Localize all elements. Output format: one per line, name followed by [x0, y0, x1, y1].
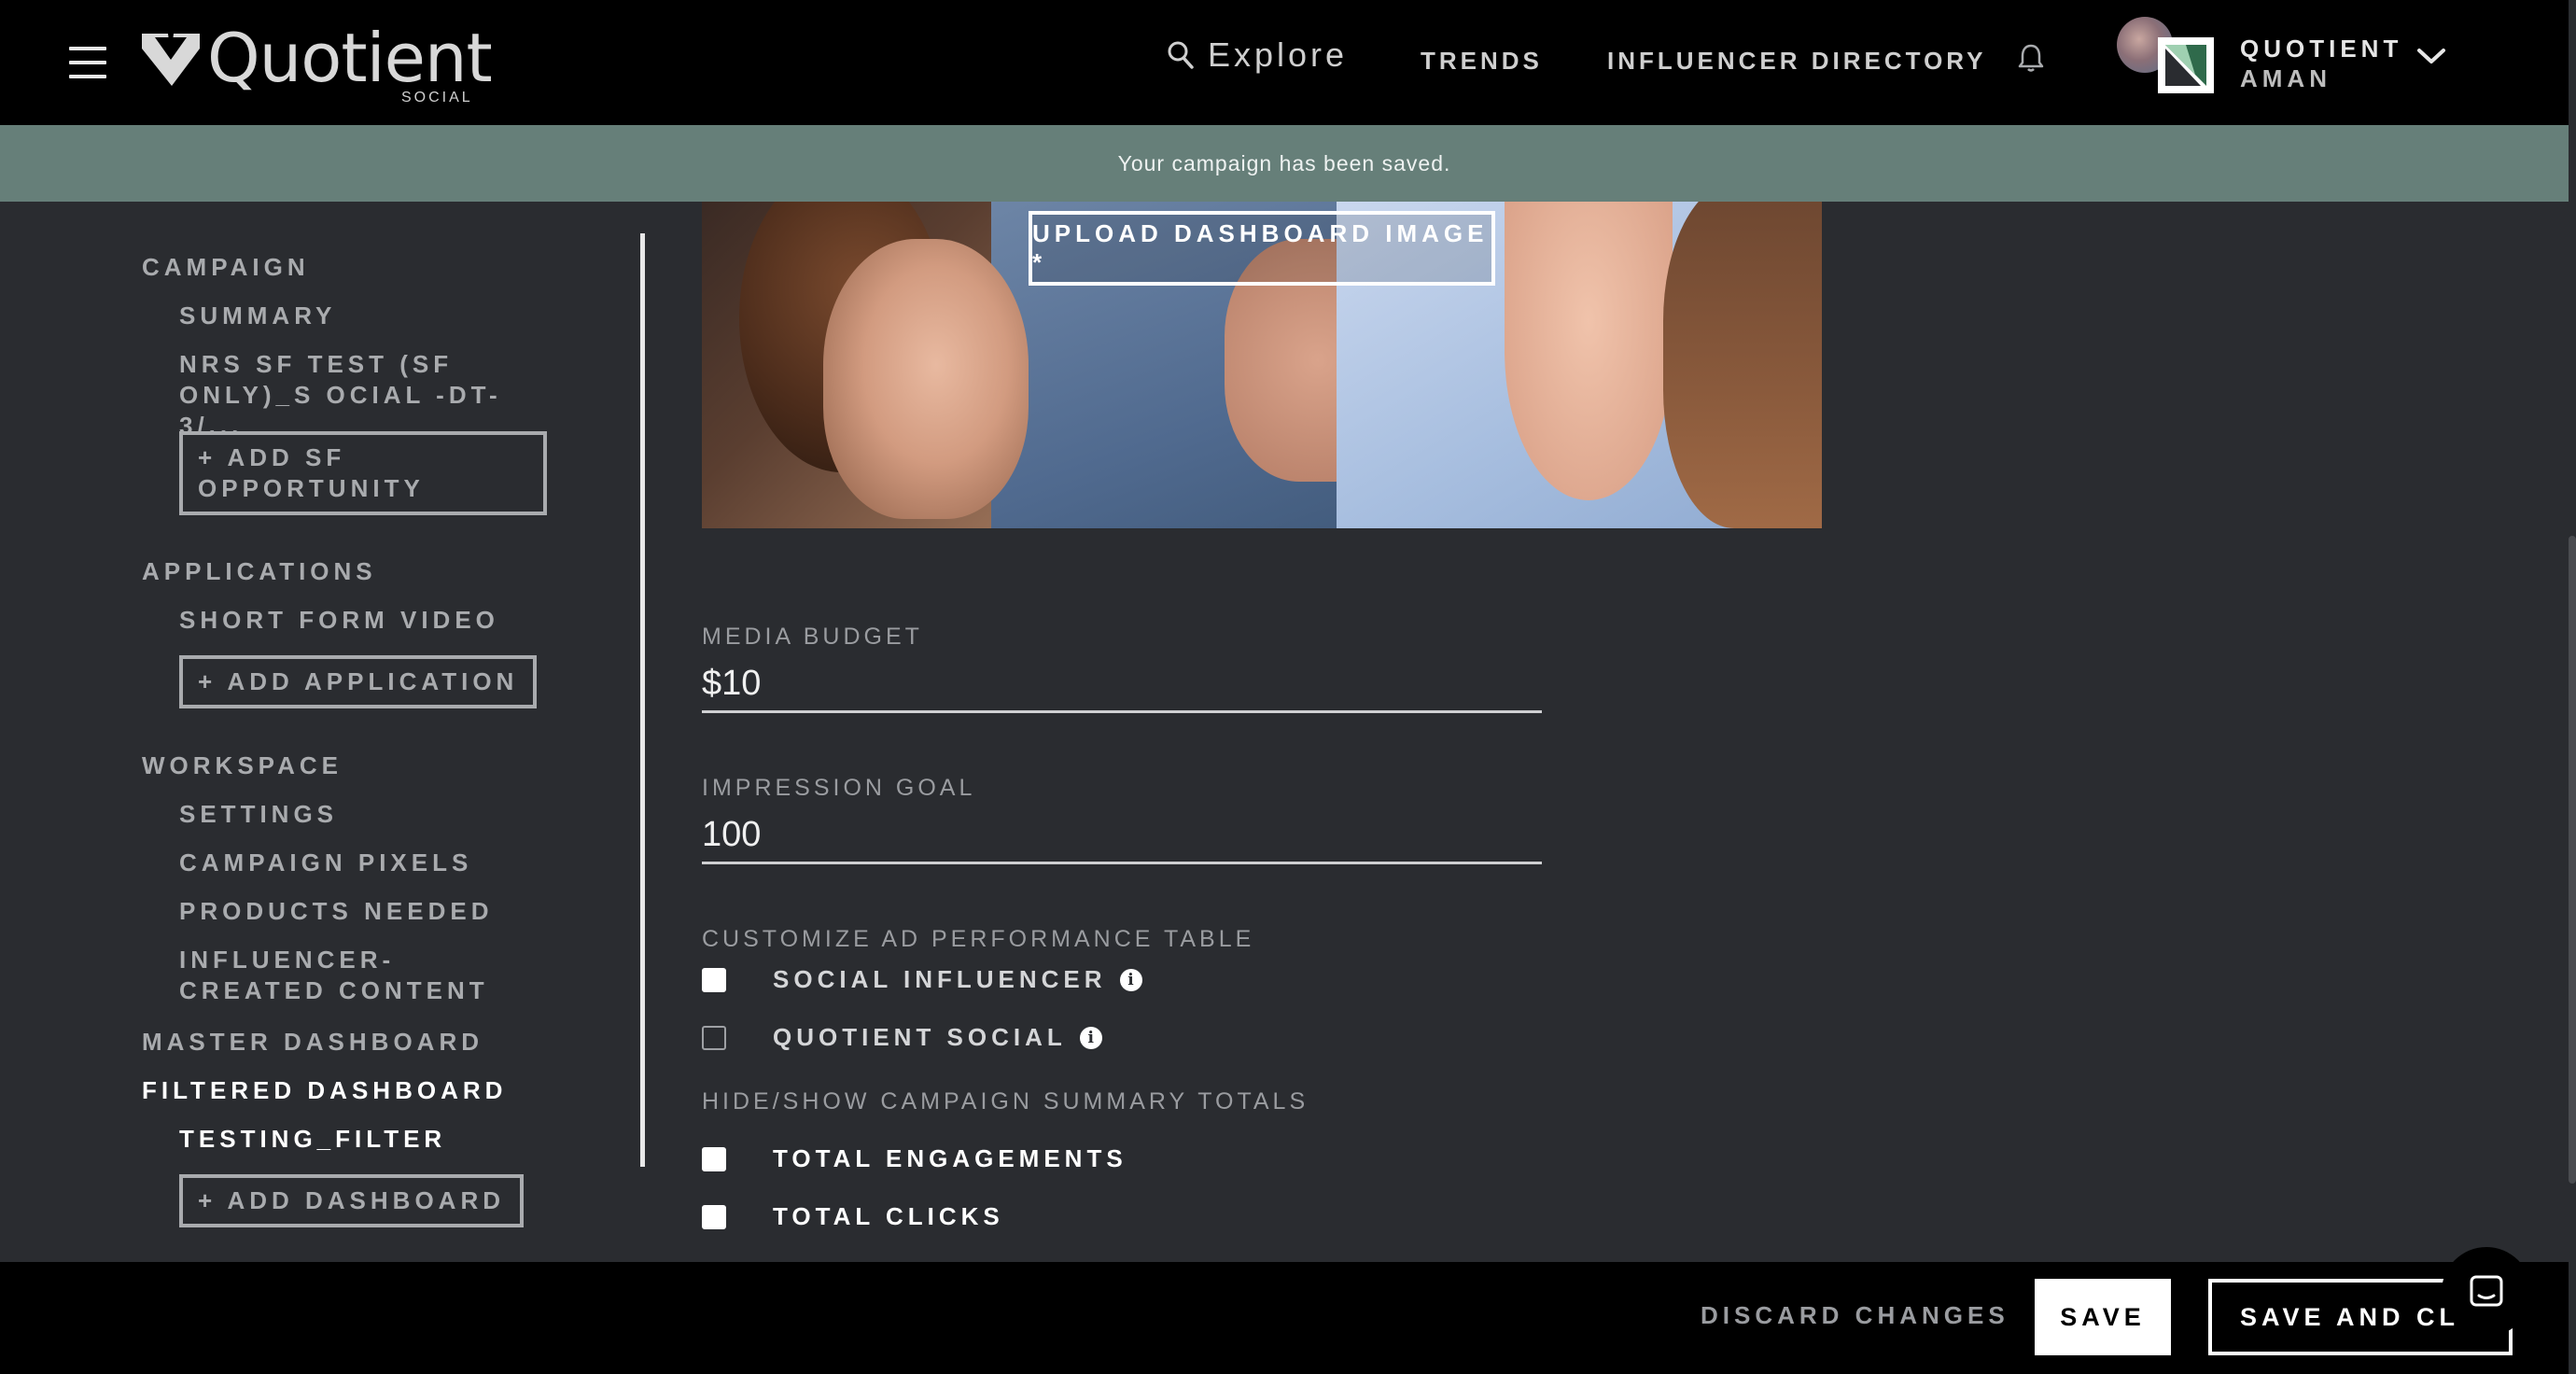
- chevron-down-icon[interactable]: [2415, 45, 2447, 67]
- sidebar-item-products-needed[interactable]: PRODUCTS NEEDED: [179, 896, 493, 927]
- action-footer: [0, 1262, 2569, 1374]
- scrollbar-thumb[interactable]: [2569, 536, 2576, 1184]
- save-confirmation-banner: Your campaign has been saved.: [0, 125, 2569, 202]
- media-budget-label: MEDIA BUDGET: [702, 624, 923, 650]
- brand-logo-icon: [2158, 37, 2214, 93]
- social-influencer-checkbox[interactable]: [702, 967, 726, 992]
- media-budget-input[interactable]: [702, 657, 1542, 713]
- social-influencer-option[interactable]: SOCIAL INFLUENCER i: [702, 965, 1142, 994]
- sidebar-section-applications[interactable]: APPLICATIONS: [142, 556, 377, 587]
- add-sf-opportunity-button[interactable]: + ADD SF OPPORTUNITY: [179, 431, 547, 515]
- chat-icon: [2470, 1275, 2503, 1307]
- nav-trends[interactable]: TRENDS: [1421, 47, 1543, 76]
- discard-changes-button[interactable]: DISCARD CHANGES: [1701, 1301, 2009, 1330]
- add-dashboard-button[interactable]: + ADD DASHBOARD: [179, 1174, 524, 1227]
- quotient-social-label: QUOTIENT SOCIAL: [773, 1023, 1067, 1051]
- logo-mark-icon: [142, 34, 200, 86]
- bell-icon[interactable]: [2014, 41, 2048, 75]
- impression-goal-input[interactable]: [702, 808, 1542, 864]
- sidebar-item-settings[interactable]: SETTINGS: [179, 799, 338, 830]
- sidebar-item-short-form-video[interactable]: SHORT FORM VIDEO: [179, 605, 499, 636]
- total-clicks-label: TOTAL CLICKS: [773, 1202, 1004, 1230]
- sidebar-item-influencer-created-content[interactable]: INFLUENCER-CREATED CONTENT: [179, 945, 534, 1006]
- social-influencer-label: SOCIAL INFLUENCER: [773, 965, 1107, 993]
- user-org: QUOTIENT: [2240, 35, 2403, 63]
- total-clicks-checkbox[interactable]: [702, 1204, 726, 1229]
- impression-goal-label: IMPRESSION GOAL: [702, 775, 976, 801]
- user-first-name: AMAN: [2240, 64, 2331, 92]
- sidebar-item-master-dashboard[interactable]: MASTER DASHBOARD: [142, 1027, 483, 1058]
- info-icon[interactable]: i: [1119, 968, 1142, 991]
- summary-totals-label: HIDE/SHOW CAMPAIGN SUMMARY TOTALS: [702, 1088, 1309, 1115]
- upload-dashboard-image-button[interactable]: UPLOAD DASHBOARD IMAGE *: [1029, 211, 1495, 286]
- sidebar-item-summary[interactable]: SUMMARY: [179, 301, 336, 331]
- sidebar-section-campaign[interactable]: CAMPAIGN: [142, 252, 310, 283]
- quotient-social-checkbox[interactable]: [702, 1025, 726, 1050]
- sidebar-item-campaign-pixels[interactable]: CAMPAIGN PIXELS: [179, 848, 472, 878]
- ad-performance-table-label: CUSTOMIZE AD PERFORMANCE TABLE: [702, 926, 1255, 952]
- explore-search[interactable]: Explore: [1167, 35, 1348, 75]
- explore-label: Explore: [1208, 35, 1349, 74]
- add-application-button[interactable]: + ADD APPLICATION: [179, 655, 538, 708]
- total-engagements-checkbox[interactable]: [702, 1146, 726, 1171]
- app-page: Quotient SOCIAL Explore TRENDS INFLUENCE…: [0, 0, 2576, 1374]
- sidebar-section-filtered-dashboard[interactable]: FILTERED DASHBOARD: [142, 1075, 507, 1106]
- total-clicks-option[interactable]: TOTAL CLICKS: [702, 1202, 1004, 1231]
- sidebar-section-workspace[interactable]: WORKSPACE: [142, 750, 343, 781]
- banner-message: Your campaign has been saved.: [1117, 150, 1451, 175]
- sidebar-item-campaign-name[interactable]: NRS SF TEST (SF ONLY)_S OCIAL -DT-3/...: [179, 349, 553, 442]
- quotient-logo[interactable]: Quotient SOCIAL: [140, 19, 493, 108]
- logo-subtext: SOCIAL: [401, 90, 473, 105]
- hamburger-icon[interactable]: [69, 47, 106, 78]
- user-avatar[interactable]: [2117, 17, 2216, 95]
- logo-text: Quotient: [207, 19, 493, 97]
- total-engagements-option[interactable]: TOTAL ENGAGEMENTS: [702, 1144, 1127, 1173]
- user-name[interactable]: QUOTIENT AMAN: [2240, 34, 2402, 93]
- chat-launcher[interactable]: [2442, 1247, 2531, 1337]
- quotient-social-option[interactable]: QUOTIENT SOCIAL i: [702, 1023, 1102, 1052]
- save-button[interactable]: SAVE: [2035, 1279, 2171, 1355]
- nav-influencer-directory[interactable]: INFLUENCER DIRECTORY: [1607, 47, 1986, 76]
- info-icon[interactable]: i: [1079, 1026, 1102, 1049]
- sidebar-divider: [640, 233, 645, 1167]
- sidebar-item-testing-filter[interactable]: TESTING_FILTER: [179, 1124, 446, 1155]
- top-header: Quotient SOCIAL Explore TRENDS INFLUENCE…: [0, 0, 2569, 125]
- total-engagements-label: TOTAL ENGAGEMENTS: [773, 1144, 1127, 1172]
- search-icon: [1168, 41, 1194, 69]
